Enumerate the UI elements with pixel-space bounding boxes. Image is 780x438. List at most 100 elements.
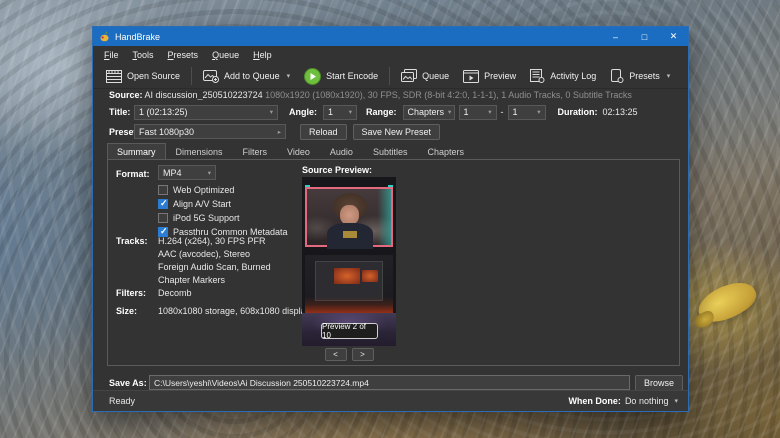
toolbar-separator (191, 67, 192, 85)
reload-button[interactable]: Reload (300, 124, 347, 140)
close-button[interactable]: ✕ (659, 27, 688, 46)
source-info: Source: AI discussion_250510223724 1080x… (109, 90, 678, 100)
ipod-5g-row[interactable]: iPod 5G Support (158, 213, 240, 223)
queue-label: Queue (422, 71, 449, 81)
add-to-queue-icon (203, 69, 219, 83)
maximize-button[interactable]: □ (630, 27, 659, 46)
range-to-select[interactable]: 1 ▾ (508, 105, 546, 120)
chevron-down-icon: ▾ (444, 108, 451, 116)
chevron-down-icon[interactable]: ▾ (674, 397, 678, 405)
browse-button[interactable]: Browse (635, 375, 683, 391)
start-encode-label: Start Encode (326, 71, 378, 81)
open-source-label: Open Source (127, 71, 180, 81)
previous-preview-button[interactable]: < (325, 348, 347, 361)
source-name: AI discussion_250510223724 (145, 90, 263, 100)
activity-log-icon (530, 69, 545, 83)
source-preview-label: Source Preview: (302, 165, 372, 175)
chevron-down-icon[interactable]: ▾ (667, 72, 671, 80)
filmstrip-icon (106, 70, 122, 83)
size-value: 1080x1080 storage, 608x1080 display (158, 306, 310, 316)
format-select[interactable]: MP4 ▾ (158, 165, 216, 180)
preview-icon (463, 70, 479, 83)
activity-log-button[interactable]: Activity Log (523, 66, 603, 86)
add-to-queue-button[interactable]: Add to Queue ▾ (196, 66, 297, 86)
presets-label: Presets (629, 71, 660, 81)
range-label: Range: (366, 107, 397, 117)
align-av-start-checkbox[interactable] (158, 199, 168, 209)
align-av-start-row[interactable]: Align A/V Start (158, 199, 231, 209)
menu-file[interactable]: File (97, 48, 126, 62)
title-select[interactable]: 1 (02:13:25) ▾ (134, 105, 278, 120)
preview-counter: Preview 2 of 10 (321, 323, 378, 339)
activity-log-label: Activity Log (550, 71, 596, 81)
streamer-face (340, 205, 359, 225)
menu-queue[interactable]: Queue (205, 48, 246, 62)
desktop-capture (305, 255, 393, 313)
preview-label: Preview (484, 71, 516, 81)
track-chapters: Chapter Markers (158, 275, 225, 285)
tab-chapters[interactable]: Chapters (417, 143, 474, 160)
scene-thumbnail (334, 268, 360, 284)
game-scene (305, 297, 393, 313)
window-title: HandBrake (115, 32, 160, 42)
preset-label: Preset: (109, 127, 134, 137)
toolbar-separator (389, 67, 390, 85)
add-to-queue-label: Add to Queue (224, 71, 280, 81)
duration-label: Duration: (558, 107, 598, 117)
play-circle-icon (304, 68, 321, 85)
tab-filters[interactable]: Filters (233, 143, 278, 160)
title-label: Title: (109, 107, 134, 117)
filters-label: Filters: (116, 288, 146, 298)
open-source-button[interactable]: Open Source (99, 67, 187, 86)
ipod-5g-checkbox[interactable] (158, 213, 168, 223)
webcam-frame (305, 187, 393, 247)
preset-row: Preset: Fast 1080p30 ▸ Reload Save New P… (109, 123, 678, 140)
queue-button[interactable]: Queue (394, 66, 456, 86)
tab-subtitles[interactable]: Subtitles (363, 143, 418, 160)
tab-audio[interactable]: Audio (320, 143, 363, 160)
next-preview-button[interactable]: > (352, 348, 374, 361)
minimize-button[interactable]: – (601, 27, 630, 46)
size-label: Size: (116, 306, 137, 316)
scene-thumbnail (362, 270, 378, 282)
tab-dimensions[interactable]: Dimensions (166, 143, 233, 160)
range-type-select[interactable]: Chapters ▾ (403, 105, 455, 120)
statusbar: Ready When Done: Do nothing ▾ (93, 390, 688, 411)
web-optimized-checkbox[interactable] (158, 185, 168, 195)
handbrake-window: HandBrake – □ ✕ File Tools Presets Queue… (92, 26, 689, 412)
range-separator: - (501, 107, 504, 117)
when-done-select[interactable]: Do nothing (625, 396, 669, 406)
duck (693, 274, 761, 330)
angle-select[interactable]: 1 ▾ (323, 105, 357, 120)
status-ready: Ready (109, 396, 135, 406)
preview-button[interactable]: Preview (456, 67, 523, 86)
menubar: File Tools Presets Queue Help (93, 46, 688, 64)
toolbar: Open Source Add to Queue ▾ S (93, 64, 688, 89)
save-as-row: Save As: C:\Users\yeshi\Videos\Ai Discus… (109, 374, 683, 391)
title-row: Title: 1 (02:13:25) ▾ Angle: 1 ▾ Range: … (109, 104, 678, 120)
preset-select[interactable]: Fast 1080p30 ▸ (134, 124, 286, 139)
align-av-start-label: Align A/V Start (173, 199, 231, 209)
chevron-down-icon: ▾ (533, 108, 540, 116)
app-window (315, 261, 383, 301)
format-label: Format: (116, 169, 150, 179)
web-optimized-row[interactable]: Web Optimized (158, 185, 234, 195)
menu-tools[interactable]: Tools (126, 48, 161, 62)
start-encode-button[interactable]: Start Encode (297, 65, 385, 88)
save-as-input[interactable]: C:\Users\yeshi\Videos\Ai Discussion 2505… (149, 375, 630, 390)
range-from-select[interactable]: 1 ▾ (459, 105, 497, 120)
tab-video[interactable]: Video (277, 143, 320, 160)
chevron-down-icon: ▾ (345, 108, 352, 116)
titlebar[interactable]: HandBrake – □ ✕ (93, 27, 688, 46)
chevron-down-icon: ▾ (484, 108, 491, 116)
chevron-down-icon: ▾ (266, 108, 273, 116)
menu-presets[interactable]: Presets (161, 48, 206, 62)
presets-button[interactable]: Presets ▾ (603, 66, 677, 86)
menu-help[interactable]: Help (246, 48, 279, 62)
source-label: Source: (109, 90, 143, 100)
tab-summary[interactable]: Summary (107, 143, 166, 160)
preview-image (302, 177, 396, 346)
chevron-down-icon[interactable]: ▾ (287, 72, 291, 80)
ipod-5g-label: iPod 5G Support (173, 213, 240, 223)
save-new-preset-button[interactable]: Save New Preset (353, 124, 441, 140)
